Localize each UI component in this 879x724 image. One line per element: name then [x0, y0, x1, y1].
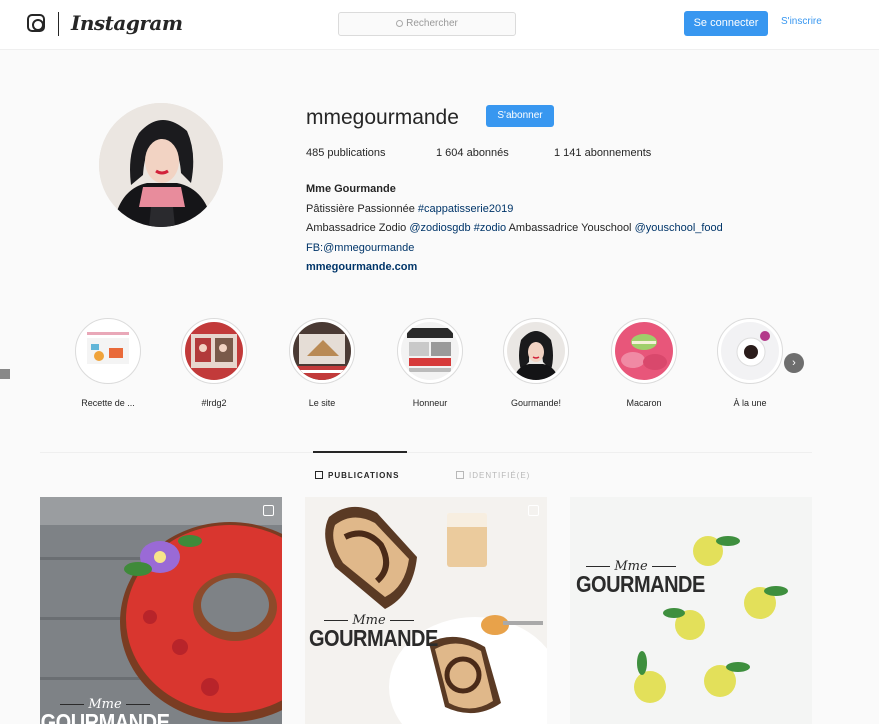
bio-line-2: Ambassadrice Zodio @zodiosgdb #zodio Amb… [306, 219, 723, 239]
profile-bio: Mme Gourmande Pâtissière Passionnée #cap… [306, 180, 723, 278]
highlight-item[interactable]: À la une [710, 318, 790, 408]
bio-line-1: Pâtissière Passionnée #cappatisserie2019 [306, 200, 723, 220]
post-thumbnail[interactable]: Mme GOURMANDE [570, 497, 812, 724]
website-link[interactable]: mmegourmande.com [306, 258, 723, 278]
highlight-label: Le site [308, 398, 336, 408]
page-edge-marker [0, 369, 10, 379]
highlight-label: Gourmande! [510, 398, 562, 408]
highlight-item[interactable]: Gourmande! [496, 318, 576, 408]
highlight-cover [507, 322, 565, 380]
highlight-item[interactable]: Recette de ... [68, 318, 148, 408]
post-thumbnail[interactable]: Mme GOURMANDE [305, 497, 547, 724]
logo-separator [58, 12, 59, 36]
bio-text: Ambassadrice Zodio [306, 222, 410, 234]
signup-link[interactable]: S'inscrire [781, 16, 822, 27]
followers-count[interactable]: 1 604 abonnés [436, 147, 509, 159]
highlight-label: Honneur [412, 398, 448, 408]
highlight-label: Recette de ... [81, 398, 135, 408]
highlight-cover [185, 322, 243, 380]
highlight-label: Macaron [626, 398, 662, 408]
instagram-wordmark[interactable]: Instagram [71, 11, 183, 35]
top-nav: Instagram Rechercher Se connecter S'insc… [0, 0, 879, 50]
multiple-photos-icon [528, 505, 539, 516]
watermark: Mme GOURMANDE [576, 559, 705, 598]
chevron-right-icon[interactable]: › [784, 353, 804, 373]
highlight-item[interactable]: Honneur [390, 318, 470, 408]
watermark: Mme GOURMANDE [309, 613, 438, 652]
login-button[interactable]: Se connecter [684, 11, 768, 36]
follow-button[interactable]: S'abonner [486, 105, 554, 127]
posts-count: 485 publications [306, 147, 386, 159]
highlight-cover [293, 322, 351, 380]
watermark-gourmande: GOURMANDE [576, 572, 705, 598]
profile-full-name: Mme Gourmande [306, 183, 396, 195]
bio-text: FB: [306, 241, 324, 254]
highlight-cover [721, 322, 779, 380]
tagged-icon [456, 471, 464, 479]
active-tab-indicator [313, 451, 407, 453]
mention-link[interactable]: @zodiosgdb [409, 222, 470, 234]
profile-username: mmegourmande [306, 106, 459, 129]
bio-text: Pâtissière Passionnée [306, 202, 418, 215]
bio-line-3: FB:@mmegourmande [306, 239, 723, 259]
tab-label: IDENTIFIÉ(E) [469, 471, 531, 480]
highlight-cover [401, 322, 459, 380]
bio-text: Ambassadrice Youschool [506, 222, 635, 234]
highlight-item[interactable]: Le site [282, 318, 362, 408]
watermark-gourmande: GOURMANDE [309, 626, 438, 652]
post-thumbnail[interactable]: Mme GOURMANDE [40, 497, 282, 724]
highlight-cover [615, 322, 673, 380]
highlight-label: À la une [733, 398, 767, 408]
highlight-cover [79, 322, 137, 380]
tab-tagged[interactable]: IDENTIFIÉ(E) [456, 471, 530, 480]
search-placeholder: Rechercher [406, 18, 458, 29]
multiple-photos-icon [263, 505, 274, 516]
following-count[interactable]: 1 141 abonnements [554, 147, 651, 159]
watermark-gourmande: GOURMANDE [40, 710, 170, 724]
mention-link[interactable]: @mmegourmande [323, 242, 414, 254]
search-input[interactable]: Rechercher [338, 12, 516, 36]
instagram-logo-icon[interactable] [27, 14, 45, 32]
profile-avatar[interactable] [99, 103, 223, 227]
hashtag-link[interactable]: #zodio [474, 222, 506, 234]
highlight-label: #lrdg2 [201, 398, 227, 408]
tab-label: PUBLICATIONS [328, 471, 400, 480]
hashtag-link[interactable]: #cappatisserie2019 [418, 203, 513, 215]
search-icon [396, 20, 404, 27]
mention-link[interactable]: @youschool_food [635, 222, 723, 234]
highlight-item[interactable]: Macaron [604, 318, 684, 408]
highlight-item[interactable]: #lrdg2 [174, 318, 254, 408]
tabs-divider [40, 452, 812, 453]
grid-icon [315, 471, 323, 479]
tab-publications[interactable]: PUBLICATIONS [315, 471, 399, 480]
watermark: Mme GOURMANDE [40, 697, 170, 724]
